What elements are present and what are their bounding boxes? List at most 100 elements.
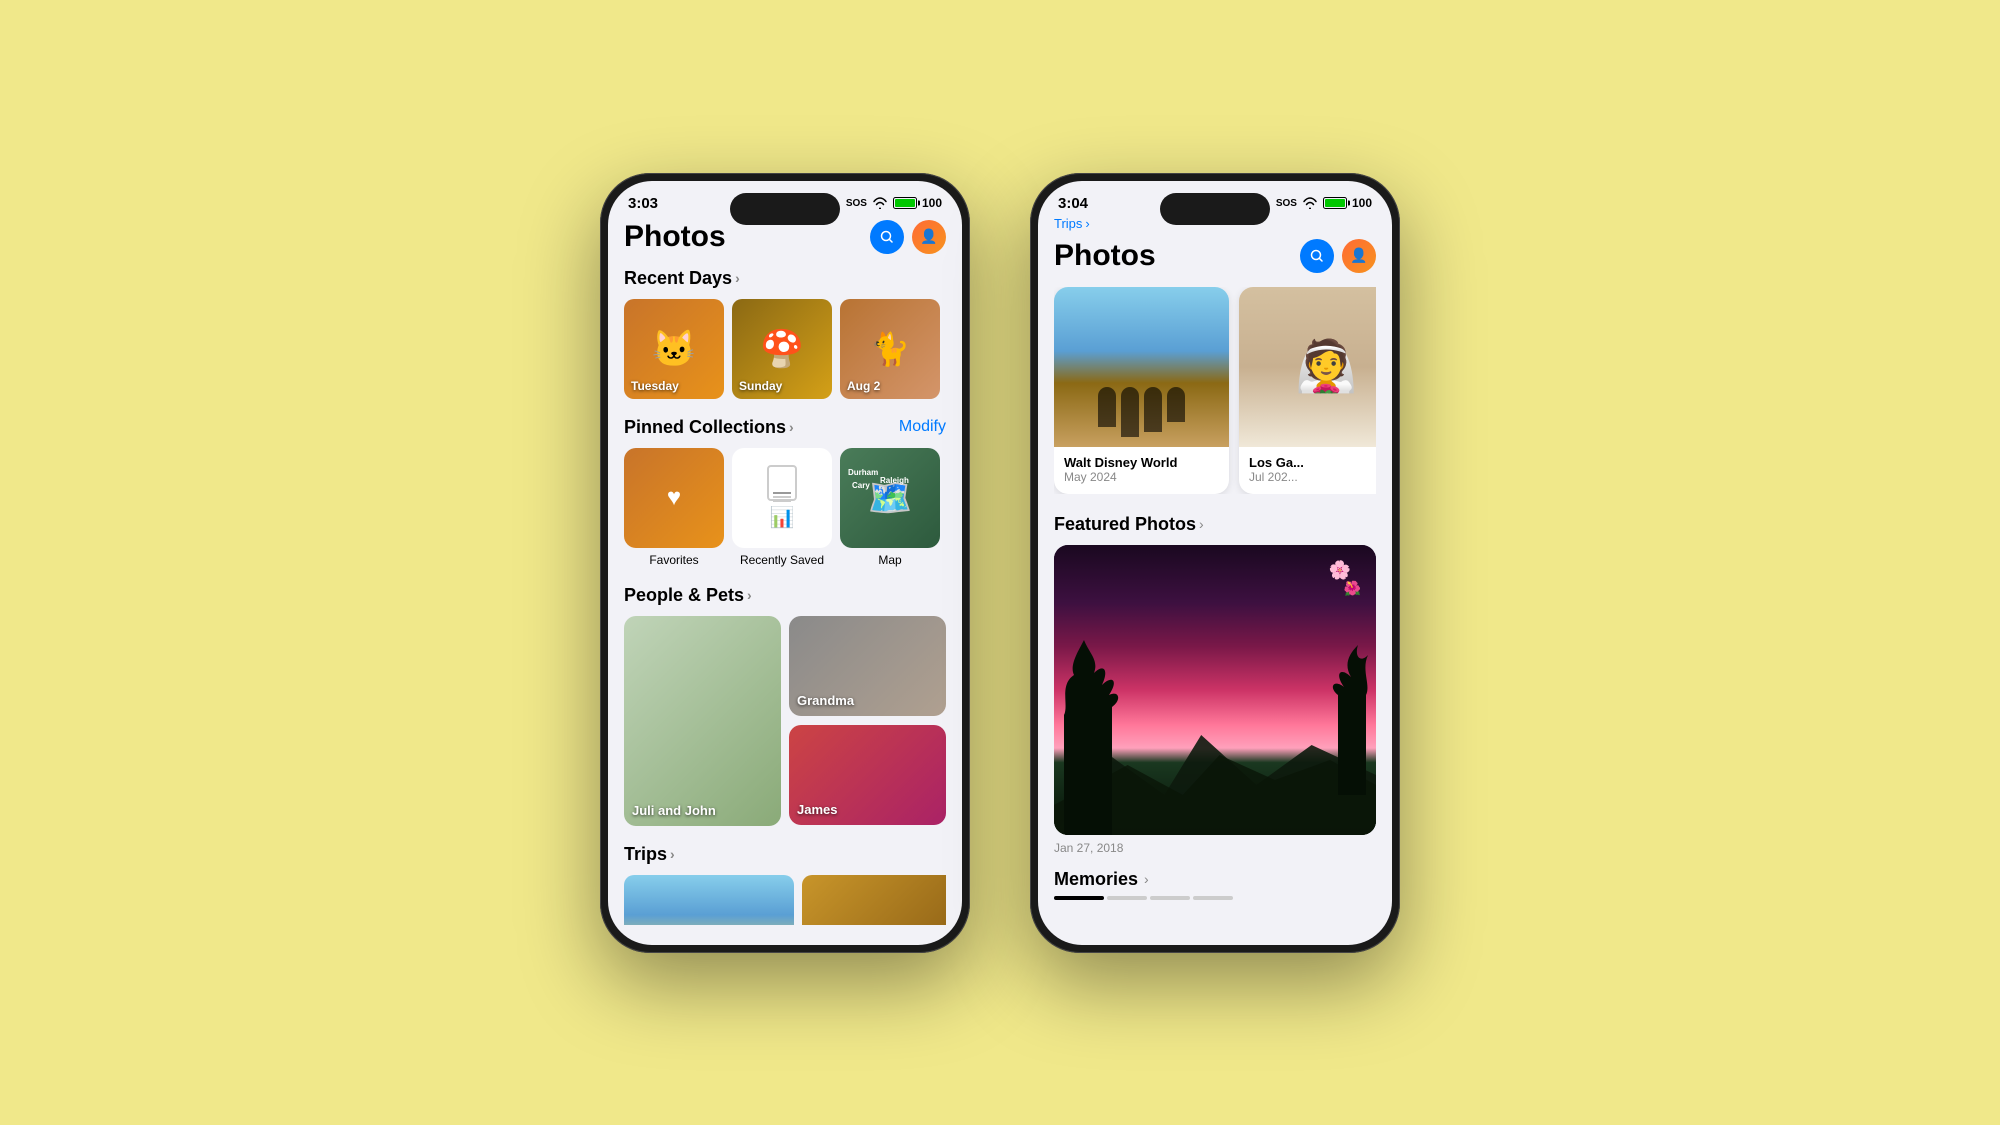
person-james[interactable]: James [789, 725, 946, 825]
battery-label-left: 100 [922, 196, 942, 210]
collection-favorites[interactable]: ♥ Favorites [624, 448, 724, 567]
wifi-icon-left [872, 197, 888, 209]
collection-favorites-label: Favorites [649, 553, 698, 567]
pinned-collections-header: Pinned Collections › Modify [624, 417, 946, 438]
person-james-label: James [797, 802, 837, 817]
heart-icon: ♥ [667, 484, 681, 512]
recent-days-scroll: 🐱 Tuesday 🍄 Sunday 🐈 Aug 2 [624, 299, 946, 399]
day-label-aug2: Aug 2 [847, 379, 880, 393]
album-card-losga[interactable]: 👰 Los Ga... Jul 202... [1239, 287, 1376, 494]
collection-map-label: Map [878, 553, 901, 567]
recent-days-title[interactable]: Recent Days › [624, 268, 740, 289]
wifi-icon-right [1302, 197, 1318, 209]
search-icon-right [1310, 249, 1324, 263]
tree-right-svg [1306, 635, 1376, 795]
flowers-decoration: 🌸 [1329, 560, 1351, 581]
memories-chevron: › [1144, 871, 1149, 887]
status-icons-left: SOS 100 [846, 196, 942, 210]
phone-left: 3:03 SOS 100 Photos [600, 173, 970, 953]
avatar-right[interactable]: 👤 [1342, 239, 1376, 273]
trips-albums-row: Walt Disney World May 2024 👰 Los Ga... J… [1054, 287, 1376, 494]
memories-bar-inactive-3 [1193, 896, 1233, 900]
people-pets-header: People & Pets › [624, 585, 946, 606]
album-disney-title: Walt Disney World [1064, 455, 1219, 470]
modify-button[interactable]: Modify [899, 418, 946, 436]
collection-recently-saved[interactable]: 📊 Recently Saved [732, 448, 832, 567]
collection-recently-saved-label: Recently Saved [740, 553, 824, 567]
featured-photos-title[interactable]: Featured Photos [1054, 514, 1196, 535]
time-left: 3:03 [628, 195, 658, 212]
album-disney-date: May 2024 [1064, 470, 1219, 484]
document-icon [767, 465, 797, 501]
memories-bar-inactive-2 [1150, 896, 1190, 900]
map-label-durham: Durham [848, 468, 878, 477]
breadcrumb-trips-label: Trips [1054, 216, 1082, 231]
phone-left-screen: 3:03 SOS 100 Photos [608, 181, 962, 945]
dynamic-island-right [1160, 193, 1270, 225]
trip-thumb-other[interactable] [802, 875, 946, 925]
album-card-disney[interactable]: Walt Disney World May 2024 [1054, 287, 1229, 494]
pinned-collections-title[interactable]: Pinned Collections › [624, 417, 794, 438]
search-button-left[interactable] [870, 220, 904, 254]
collections-row: ♥ Favorites 📊 Recently Saved [624, 448, 946, 567]
day-label-sunday: Sunday [739, 379, 782, 393]
phone-right-screen: 3:04 SOS 100 Tri [1038, 181, 1392, 945]
trip-thumb-disney[interactable] [624, 875, 794, 925]
memories-title[interactable]: Memories [1054, 869, 1138, 890]
sos-right: SOS [1276, 198, 1297, 209]
album-losga-title: Los Ga... [1249, 455, 1376, 470]
album-losga-date: Jul 202... [1249, 470, 1376, 484]
day-label-tuesday: Tuesday [631, 379, 679, 393]
person-grandma-label: Grandma [797, 693, 854, 708]
dynamic-island-left [730, 193, 840, 225]
memories-header: Memories › [1054, 869, 1376, 890]
recent-days-header: Recent Days › [624, 268, 946, 289]
battery-label-right: 100 [1352, 196, 1372, 210]
map-label-cary: Cary [852, 481, 870, 490]
flowers-decoration-2: 🌺 [1344, 580, 1361, 597]
battery-icon-left [893, 197, 917, 209]
memories-progress-bar [1054, 896, 1376, 900]
memories-bar-inactive-1 [1107, 896, 1147, 900]
phone-left-content: Photos 👤 Recent Days [608, 216, 962, 925]
chart-icon: 📊 [770, 505, 795, 530]
featured-photo-image: 🌸 🌺 [1054, 545, 1376, 835]
person-juli-john-label: Juli and John [632, 803, 716, 818]
person-grandma[interactable]: Grandma [789, 616, 946, 716]
featured-photo-card[interactable]: 🌸 🌺 [1054, 545, 1376, 835]
featured-photos-header: Featured Photos › [1054, 514, 1376, 535]
people-pets-title[interactable]: People & Pets › [624, 585, 752, 606]
recent-days-chevron: › [735, 270, 740, 286]
person-juli-john[interactable]: Juli and John [624, 616, 781, 826]
memories-bar-active [1054, 896, 1104, 900]
scene: 3:03 SOS 100 Photos [600, 173, 1400, 953]
collection-map[interactable]: Durham Cary Raleigh 🗺️ Map [840, 448, 940, 567]
app-title-right: Photos [1054, 239, 1156, 273]
sos-left: SOS [846, 198, 867, 209]
trips-title-left[interactable]: Trips › [624, 844, 675, 865]
search-button-right[interactable] [1300, 239, 1334, 273]
featured-photos-chevron: › [1199, 516, 1204, 532]
app-title-left: Photos [624, 220, 726, 254]
header-icons-left: 👤 [870, 220, 946, 254]
breadcrumb-chevron: › [1085, 216, 1089, 231]
search-icon-left [880, 230, 894, 244]
tree-left-svg [1054, 635, 1134, 835]
status-icons-right: SOS 100 [1276, 196, 1372, 210]
featured-photo-date: Jan 27, 2018 [1054, 841, 1376, 855]
avatar-left[interactable]: 👤 [912, 220, 946, 254]
day-thumb-tuesday[interactable]: 🐱 Tuesday [624, 299, 724, 399]
day-thumb-aug2[interactable]: 🐈 Aug 2 [840, 299, 940, 399]
app-header-right: Photos 👤 [1054, 235, 1376, 273]
battery-icon-right [1323, 197, 1347, 209]
time-right: 3:04 [1058, 195, 1088, 212]
phone-right-content: Trips › Photos 👤 [1038, 216, 1392, 925]
trips-row-left [624, 875, 946, 925]
day-thumb-sunday[interactable]: 🍄 Sunday [732, 299, 832, 399]
trips-header-left: Trips › [624, 844, 946, 865]
phone-right: 3:04 SOS 100 Tri [1030, 173, 1400, 953]
people-grid: Juli and John Grandma James [624, 616, 946, 826]
header-icons-right: 👤 [1300, 239, 1376, 273]
map-label-raleigh: Raleigh [880, 476, 909, 485]
memories-section: Memories › [1054, 869, 1376, 900]
